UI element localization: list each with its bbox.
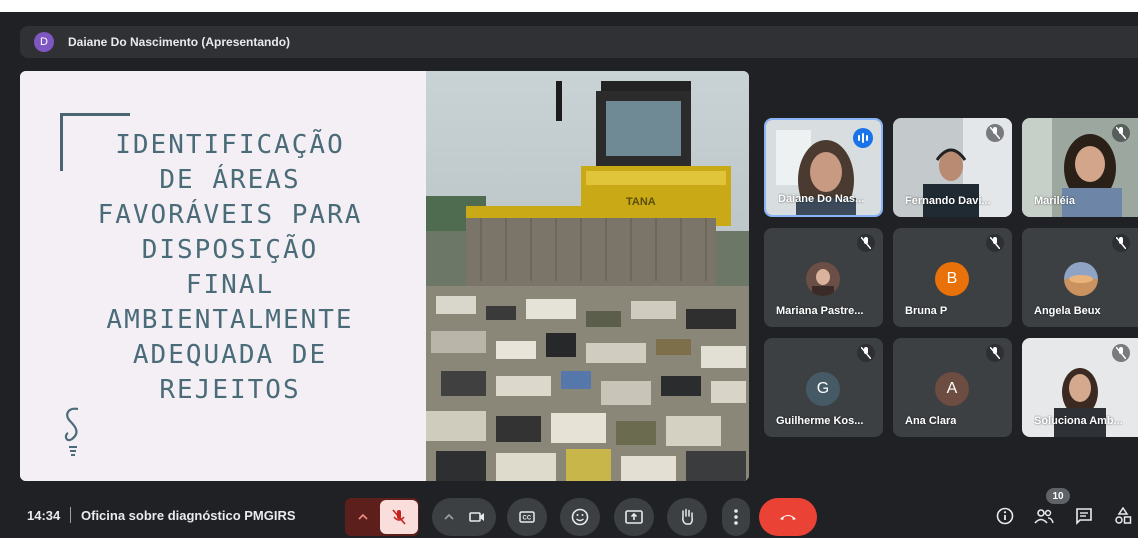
slide-text-panel: IDENTIFICAÇÃO DE ÁREAS FAVORÁVEIS PARA D… <box>20 71 426 481</box>
mic-off-icon <box>1112 234 1130 252</box>
end-call-button[interactable] <box>759 498 817 536</box>
captions-icon: CC <box>519 511 535 523</box>
participant-tile[interactable]: G Guilherme Kos... <box>764 338 883 437</box>
participant-avatar: B <box>935 262 969 296</box>
participant-tile[interactable]: Mariléia <box>1022 118 1138 217</box>
emoji-button[interactable] <box>560 498 600 536</box>
participant-name: Bruna P <box>905 305 948 317</box>
end-call-icon <box>780 515 796 520</box>
mic-off-icon <box>986 234 1004 252</box>
lightbulb-logo-icon <box>64 407 79 456</box>
participant-name: Fernando Davi... <box>905 195 991 207</box>
presenter-bar: D Daiane Do Nascimento (Apresentando) <box>20 26 1138 58</box>
slide-title-line: FAVORÁVEIS PARA <box>97 200 363 230</box>
chat-icon <box>1076 508 1092 525</box>
meeting-time: 14:34 <box>27 508 61 523</box>
emoji-icon <box>571 508 589 526</box>
camera-control-group <box>432 498 496 536</box>
slide-title-line: ADEQUADA DE <box>132 340 328 370</box>
mic-off-icon <box>986 124 1004 142</box>
window-top-strip <box>0 0 1138 12</box>
participant-tile[interactable]: Fernando Davi... <box>893 118 1012 217</box>
mic-off-icon <box>857 344 875 362</box>
slide-title-line: IDENTIFICAÇÃO <box>115 130 345 160</box>
participant-name: Daiane Do Nas... <box>778 193 865 205</box>
mic-off-icon[interactable] <box>380 500 418 534</box>
participant-name: Mariana Pastre... <box>776 305 864 317</box>
participant-tile[interactable]: Angela Beux <box>1022 228 1138 327</box>
mic-off-icon <box>1112 344 1130 362</box>
participant-tile[interactable]: Soluciona Amb... <box>1022 338 1138 437</box>
participant-name: Soluciona Amb... <box>1034 415 1123 427</box>
mic-off-icon <box>986 344 1004 362</box>
slide-title-line: REJEITOS <box>159 375 301 405</box>
participant-avatar <box>1064 262 1098 296</box>
slide-title-line: DE ÁREAS <box>159 165 301 195</box>
slide-title-line: AMBIENTALMENTE <box>106 305 354 335</box>
people-icon <box>1034 509 1054 524</box>
participant-name: Mariléia <box>1034 195 1075 207</box>
present-button[interactable] <box>614 498 654 536</box>
more-options-button[interactable] <box>722 498 750 536</box>
speaking-indicator-icon <box>853 128 873 148</box>
raise-hand-button[interactable] <box>667 498 707 536</box>
meeting-title: Oficina sobre diagnóstico PMGIRS <box>81 508 296 523</box>
activities-icon <box>1115 507 1132 524</box>
divider <box>70 507 71 523</box>
participant-avatar: A <box>935 372 969 406</box>
svg-text:CC: CC <box>523 516 532 522</box>
camera-icon[interactable] <box>462 511 492 523</box>
captions-button[interactable]: CC <box>507 498 547 536</box>
landfill-image: TANA <box>426 71 749 481</box>
info-icon <box>996 507 1014 525</box>
meeting-info-button[interactable] <box>992 503 1018 529</box>
participant-tile[interactable]: Daiane Do Nas... <box>764 118 883 217</box>
participant-name: Ana Clara <box>905 415 957 427</box>
participant-name: Guilherme Kos... <box>776 415 864 427</box>
mic-off-icon <box>857 234 875 252</box>
participant-count-badge: 10 <box>1046 488 1070 504</box>
raise-hand-icon <box>682 508 693 525</box>
slide-corner-decoration-h <box>60 113 130 116</box>
mic-control-group <box>345 498 419 536</box>
presented-slide: IDENTIFICAÇÃO DE ÁREAS FAVORÁVEIS PARA D… <box>20 71 749 481</box>
slide-title: IDENTIFICAÇÃO DE ÁREAS FAVORÁVEIS PARA D… <box>60 128 400 408</box>
participant-avatar: G <box>806 372 840 406</box>
presenter-avatar: D <box>34 32 54 52</box>
slide-title-line: FINAL <box>185 270 275 300</box>
activities-button[interactable] <box>1110 503 1136 529</box>
chat-button[interactable] <box>1071 503 1097 529</box>
more-options-icon <box>734 509 738 525</box>
participant-tile[interactable]: Mariana Pastre... <box>764 228 883 327</box>
participant-avatar <box>806 262 840 296</box>
slide-title-line: DISPOSIÇÃO <box>141 235 319 265</box>
participant-name: Angela Beux <box>1034 305 1101 317</box>
mic-options-chevron-icon[interactable] <box>346 514 380 520</box>
present-icon <box>625 510 643 524</box>
mic-off-icon <box>1112 124 1130 142</box>
presenter-label: Daiane Do Nascimento (Apresentando) <box>68 35 291 49</box>
participant-tile[interactable]: A Ana Clara <box>893 338 1012 437</box>
meeting-controls-bar: 14:34 Oficina sobre diagnóstico PMGIRS C… <box>0 493 1138 538</box>
camera-options-chevron-icon[interactable] <box>436 514 462 520</box>
participant-tile[interactable]: B Bruna P <box>893 228 1012 327</box>
landfill-photo: TANA <box>426 71 749 481</box>
people-button[interactable] <box>1031 503 1057 529</box>
